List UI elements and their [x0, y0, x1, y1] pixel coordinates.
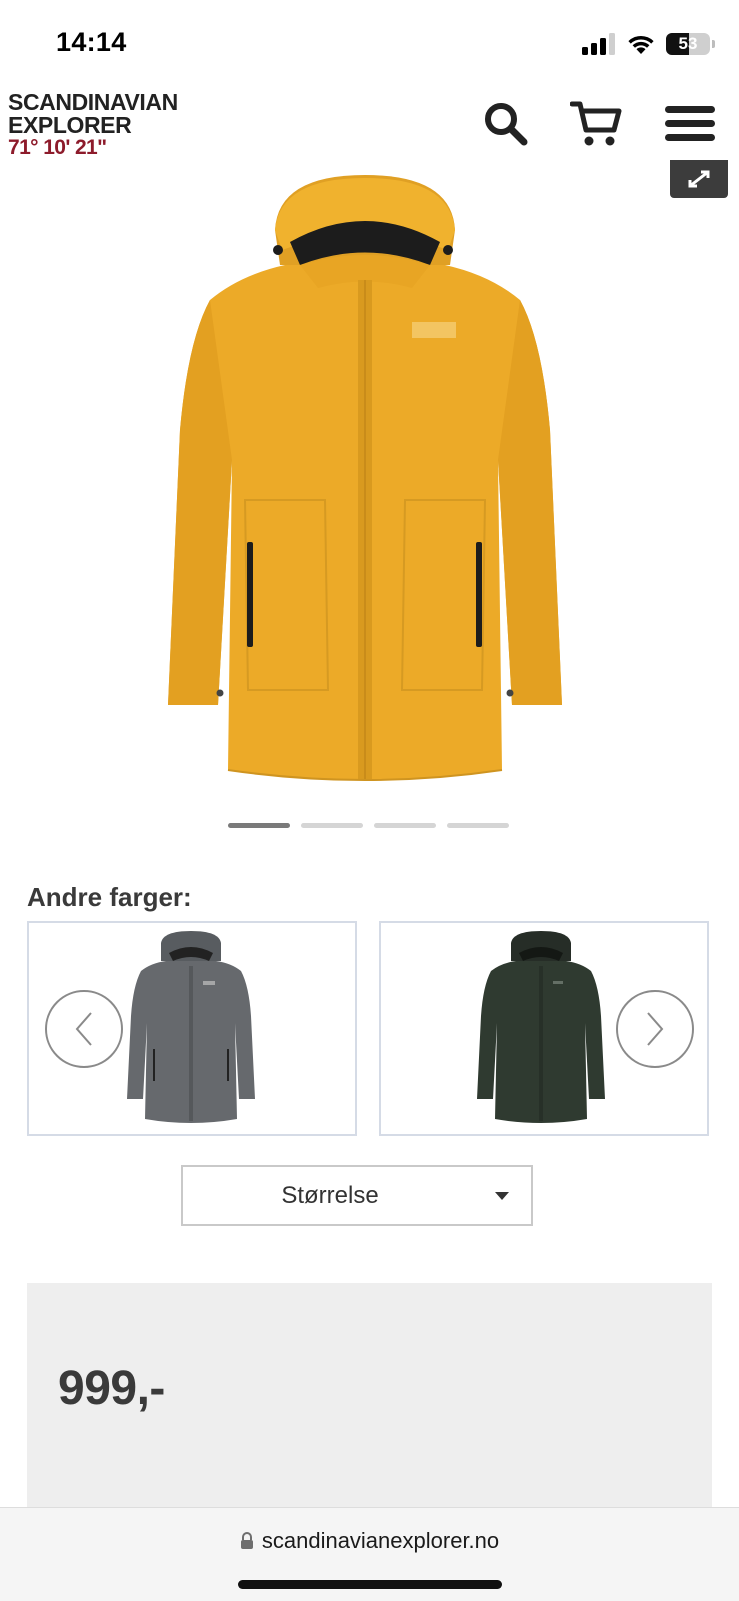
battery-level: 53	[678, 34, 698, 53]
size-select[interactable]: Størrelse	[181, 1165, 533, 1226]
status-icons: 53	[582, 30, 715, 58]
carousel-indicators	[228, 823, 509, 828]
brand-logo[interactable]: SCANDINAVIAN EXPLORER 71° 10' 21"	[8, 89, 178, 160]
next-color-button[interactable]	[616, 990, 694, 1068]
other-colors-heading: Andre farger:	[27, 882, 192, 912]
home-indicator[interactable]	[238, 1580, 502, 1589]
url-text: scandinavianexplorer.no	[261, 1528, 500, 1553]
carousel-dot[interactable]	[301, 823, 363, 828]
previous-color-button[interactable]	[45, 990, 123, 1068]
caret-down-icon	[495, 1192, 509, 1200]
search-icon	[485, 103, 528, 146]
browser-address-bar[interactable]: scandinavianexplorer.no	[0, 1507, 739, 1601]
menu-button[interactable]	[664, 98, 716, 150]
expand-image-button[interactable]	[670, 160, 728, 198]
battery-nub	[712, 40, 715, 48]
status-bar: 14:14 53	[0, 0, 739, 88]
url-container[interactable]: scandinavianexplorer.no	[0, 1528, 739, 1554]
status-time: 14:14	[56, 27, 127, 57]
green-jacket-image	[477, 931, 605, 1123]
carousel-dot[interactable]	[228, 823, 290, 828]
cart-icon	[570, 101, 622, 146]
carousel-dot[interactable]	[374, 823, 436, 828]
logo-coordinates: 71° 10' 21"	[8, 136, 107, 159]
chevron-right-icon	[647, 1012, 664, 1046]
search-button[interactable]	[480, 98, 532, 150]
grey-jacket-image	[127, 931, 255, 1123]
chevron-left-icon	[75, 1012, 92, 1046]
expand-icon	[688, 170, 710, 188]
hamburger-menu-icon	[665, 106, 715, 141]
signal-icon	[582, 33, 615, 55]
logo-line-2: EXPLORER	[8, 112, 132, 138]
logo-line-1: SCANDINAVIAN	[8, 89, 178, 115]
price-panel: 999,-	[27, 1283, 712, 1513]
size-select-label: Størrelse	[281, 1182, 379, 1209]
product-image-yellow-jacket[interactable]	[150, 170, 580, 805]
cart-button[interactable]	[570, 98, 622, 150]
product-price: 999,-	[58, 1362, 165, 1415]
battery-icon: 53	[666, 33, 710, 55]
carousel-dot[interactable]	[447, 823, 509, 828]
wifi-icon	[628, 35, 654, 54]
lock-icon	[240, 1532, 253, 1549]
